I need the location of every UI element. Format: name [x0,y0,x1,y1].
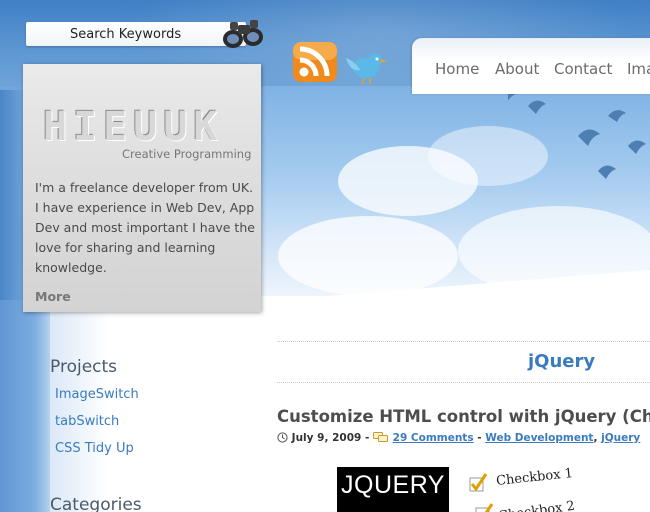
header-banner [258,86,650,296]
clock-icon [277,432,288,443]
post-thumbnail[interactable]: JQUERY [337,467,449,512]
nav-contact[interactable]: Contact [554,60,612,78]
checkbox-label-2: Checkbox 2 [497,498,576,512]
section-divider-bottom [277,382,650,383]
twitter-bird-icon[interactable] [342,48,388,86]
post-date: July 9, 2009 [291,432,362,444]
binoculars-icon[interactable] [220,17,268,51]
left-column-fade [0,300,270,512]
section-title: jQuery [528,351,596,372]
checkbox-label-1: Checkbox 1 [495,466,574,489]
comment-icon [372,432,388,442]
checked-box-icon [469,473,488,492]
checkbox-preview-image: Checkbox 1 Checkbox 2 [466,462,650,512]
section-divider-top [277,341,650,342]
thumbnail-label: JQUERY [341,471,445,499]
checked-box-icon [475,503,494,512]
nav-home[interactable]: Home [435,60,479,78]
rss-icon[interactable] [289,40,341,86]
search-input[interactable] [26,22,226,46]
swallow-birds-icon [508,90,646,179]
post-meta: July 9, 2009 - 29 Comments - Web Develop… [277,432,640,444]
nav-about[interactable]: About [495,60,539,78]
site-tagline: Creative Programming [122,147,252,161]
meta-separator: - [477,432,482,444]
projects-heading: Projects [50,357,118,377]
search-box [26,22,246,46]
post-title-link[interactable]: Customize HTML control with jQuery (Chec [277,407,650,426]
project-link-tabswitch[interactable]: tabSwitch [55,414,119,429]
nav-images[interactable]: Ima [627,60,650,78]
meta-comma: , [593,432,598,444]
project-link-imageswitch[interactable]: ImageSwitch [55,387,139,402]
meta-separator: - [364,432,370,444]
categories-heading: Categories [50,495,142,512]
category-link-jquery[interactable]: jQuery [601,432,640,444]
intro-text: I'm a freelance developer from UK. I hav… [35,180,255,275]
site-logo[interactable]: HIEUUK [43,104,224,150]
comments-link[interactable]: 29 Comments [393,432,474,444]
more-link[interactable]: More [35,289,71,304]
category-link-web-development[interactable]: Web Development [485,432,593,444]
project-link-css-tidy-up[interactable]: CSS Tidy Up [55,441,134,456]
